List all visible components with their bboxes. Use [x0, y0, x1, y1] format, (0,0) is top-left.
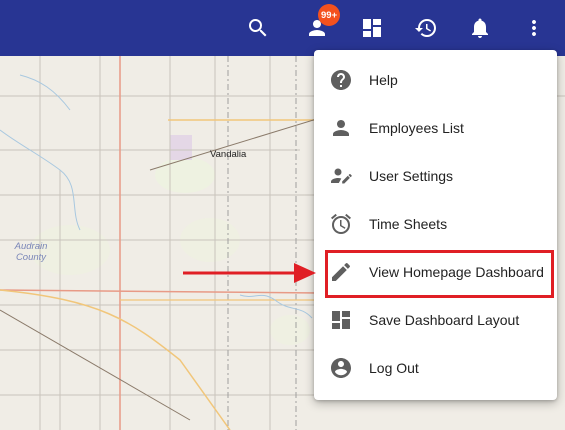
person-icon	[329, 116, 353, 140]
menu-item-help[interactable]: Help	[314, 56, 557, 104]
search-button[interactable]	[238, 8, 278, 48]
county-label-line2: County	[15, 252, 47, 263]
more-vert-icon	[532, 20, 536, 36]
menu-item-label: Help	[369, 72, 398, 88]
dashboard-button[interactable]	[352, 8, 392, 48]
dashboard-icon	[363, 19, 381, 37]
menu-item-time-sheets[interactable]: Time Sheets	[314, 200, 557, 248]
alarm-icon	[329, 212, 353, 236]
county-label-line1: Audrain	[14, 241, 48, 252]
menu-item-label: Save Dashboard Layout	[369, 312, 520, 328]
map-county-label: Audrain County	[13, 241, 49, 263]
menu-item-log-out[interactable]: Log Out	[314, 344, 557, 392]
notifications-button[interactable]	[460, 8, 500, 48]
user-edit-icon	[329, 164, 353, 188]
top-app-bar: 99+	[0, 0, 565, 56]
red-arrow-icon	[183, 263, 316, 283]
more-options-button[interactable]	[514, 8, 554, 48]
account-circle-icon	[329, 356, 353, 380]
menu-item-save-dashboard-layout[interactable]: Save Dashboard Layout	[314, 296, 557, 344]
bell-icon	[472, 18, 488, 38]
overflow-menu: Help Employees List User Settings Time S…	[314, 50, 557, 400]
help-icon	[329, 68, 353, 92]
menu-item-user-settings[interactable]: User Settings	[314, 152, 557, 200]
dashboard-icon	[329, 308, 353, 332]
menu-item-employees-list[interactable]: Employees List	[314, 104, 557, 152]
map-town-label: Vandalia	[210, 149, 247, 160]
menu-item-label: User Settings	[369, 168, 454, 184]
notification-badge: 99+	[318, 4, 341, 26]
menu-item-label: Time Sheets	[369, 216, 448, 232]
history-button[interactable]	[406, 8, 446, 48]
menu-item-label: Employees List	[369, 120, 464, 136]
employees-button[interactable]: 99+	[297, 4, 341, 48]
menu-item-label: Log Out	[369, 360, 419, 376]
search-icon	[249, 19, 267, 37]
history-icon	[415, 19, 436, 38]
highlight-box	[325, 250, 554, 298]
